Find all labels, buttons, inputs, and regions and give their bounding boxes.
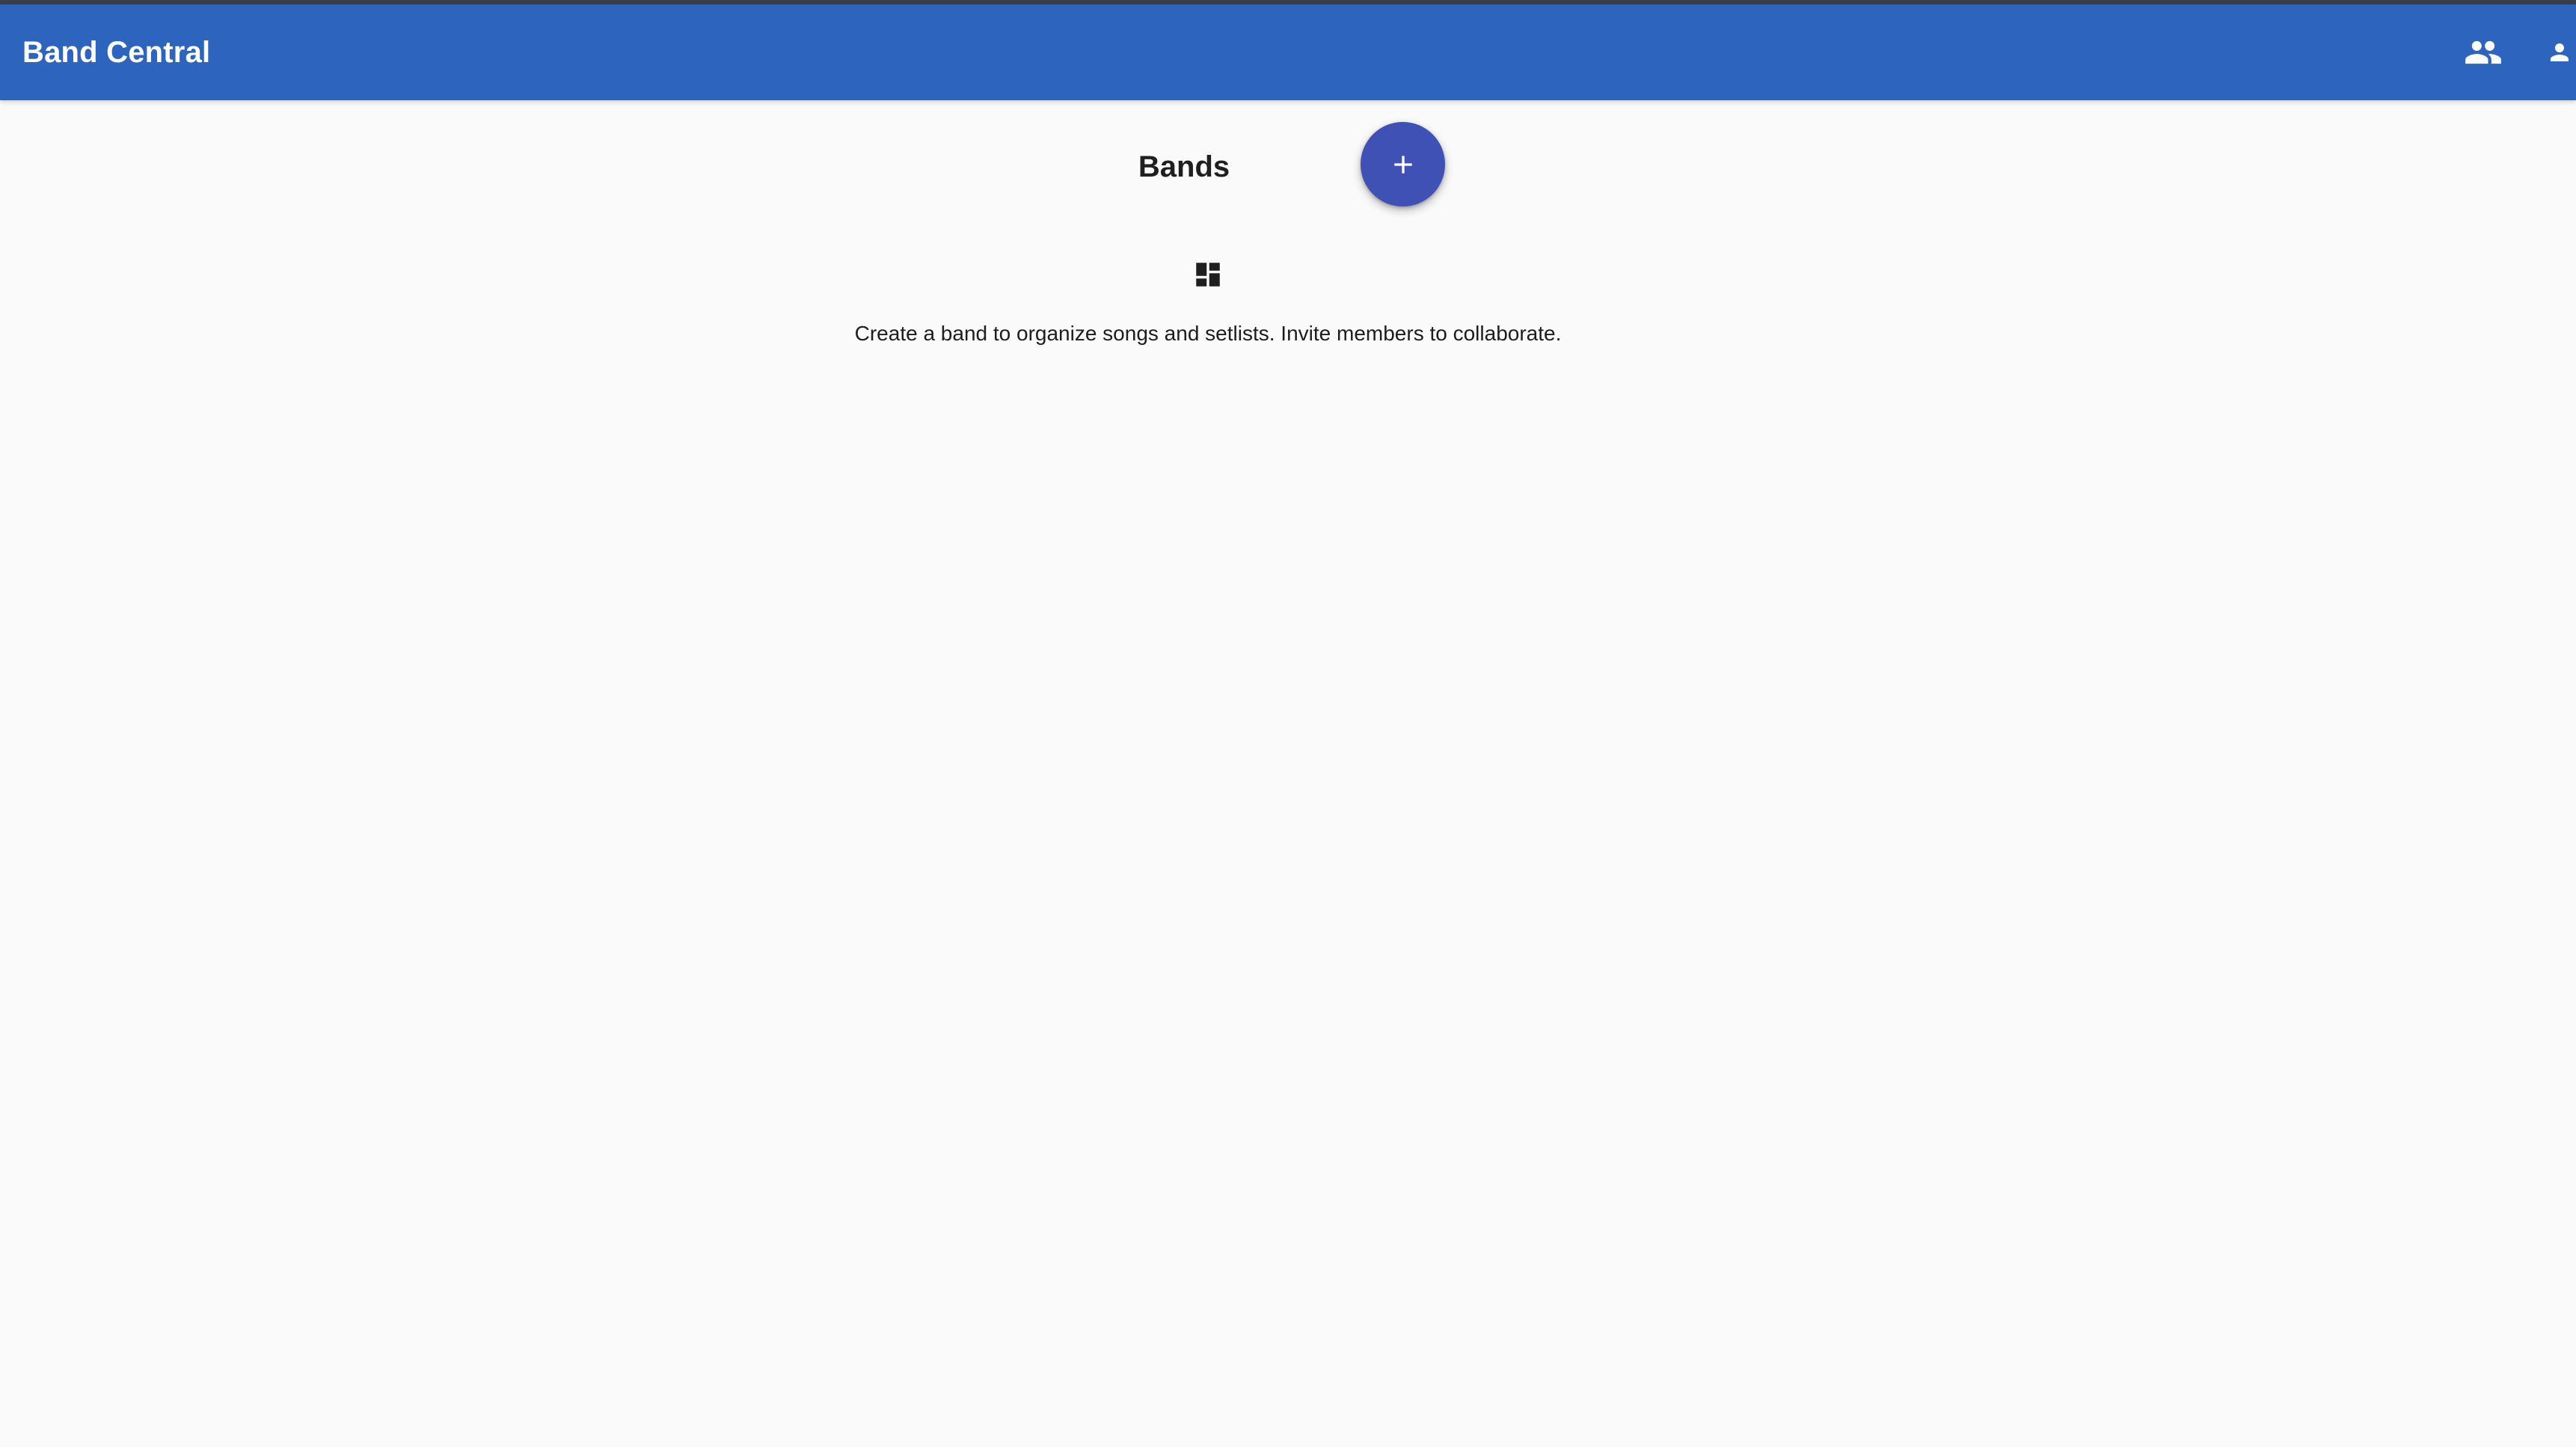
page-title: Bands bbox=[1138, 150, 1230, 183]
add-band-button[interactable] bbox=[1361, 122, 1445, 207]
app-bar: Band Central bbox=[0, 4, 2576, 100]
groups-icon bbox=[2465, 40, 2501, 64]
account-button[interactable] bbox=[2530, 22, 2576, 82]
app-title: Band Central bbox=[22, 35, 211, 69]
plus-icon bbox=[1393, 155, 1412, 174]
groups-button[interactable] bbox=[2453, 22, 2513, 82]
dashboard-icon bbox=[1196, 263, 1220, 287]
account-icon bbox=[2551, 43, 2569, 61]
empty-state-message: Create a band to organize songs and setl… bbox=[854, 322, 1562, 345]
